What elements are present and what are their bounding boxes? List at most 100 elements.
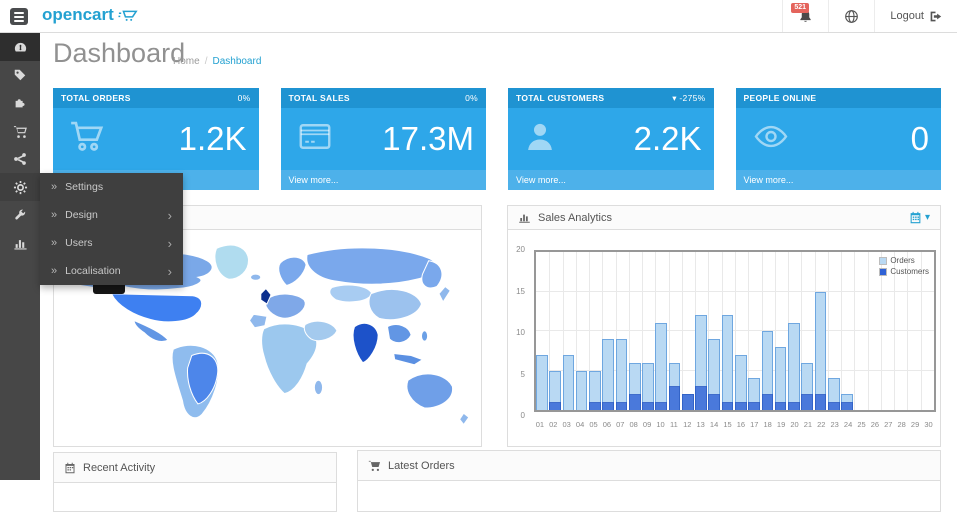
chart-bar-customers: [788, 402, 800, 410]
logout-button[interactable]: Logout: [874, 0, 957, 32]
chart-bar-orders: [775, 347, 787, 410]
legend-label: Customers: [890, 267, 929, 276]
map-new-zealand: [459, 413, 468, 424]
sidebar-item-catalog[interactable]: [0, 61, 40, 89]
view-more-link[interactable]: View more...: [736, 170, 942, 190]
submenu-label: Users: [65, 237, 92, 249]
chart-bar-orders: [616, 339, 628, 410]
breadcrumb: Home / Dashboard: [173, 56, 261, 67]
sidebar-item-dashboard[interactable]: [0, 33, 40, 61]
chart-bar-customers: [629, 394, 641, 410]
tile-total-sales: TOTAL SALES 0% 17.3M View more...: [281, 88, 487, 190]
cart-icon: [368, 459, 381, 472]
x-tick-label: 10: [656, 420, 664, 429]
user-icon: [521, 117, 559, 162]
map-india: [353, 323, 378, 362]
chart-legend: Orders Customers: [879, 256, 929, 278]
angle-double-right-icon: »: [51, 209, 57, 221]
map-greenland: [214, 245, 248, 279]
notification-badge: 521: [791, 3, 809, 13]
sidebar-item-tools[interactable]: [0, 201, 40, 229]
breadcrumb-home[interactable]: Home: [173, 56, 200, 67]
gear-icon: [13, 180, 28, 195]
x-tick-label: 25: [857, 420, 865, 429]
tile-delta: 0%: [238, 93, 251, 103]
sidebar-toggle-button[interactable]: [10, 8, 28, 25]
x-tick-label: 04: [576, 420, 584, 429]
chart-bar-orders: [655, 323, 667, 410]
notifications-button[interactable]: 521: [782, 0, 828, 32]
x-tick-label: 08: [630, 420, 638, 429]
y-tick-label: 10: [516, 328, 525, 337]
sales-analytics-chart: 05101520 OrdersCustomers 010203040506070…: [508, 230, 940, 446]
x-tick-label: 12: [683, 420, 691, 429]
y-tick-label: 5: [521, 370, 525, 379]
sidebar-item-reports[interactable]: [0, 229, 40, 257]
x-tick-label: 21: [804, 420, 812, 429]
chart-bar-customers: [695, 386, 707, 410]
tile-value: 1.2K: [179, 120, 247, 158]
map-europe: [265, 294, 304, 318]
x-tick-label: 26: [871, 420, 879, 429]
view-more-link[interactable]: View more...: [281, 170, 487, 190]
page-title: Dashboard: [53, 38, 185, 69]
y-tick-label: 20: [516, 245, 525, 254]
caret-down-icon: ▾: [925, 212, 930, 223]
map-madagascar: [314, 380, 322, 394]
date-range-button[interactable]: ▾: [909, 211, 930, 224]
map-iberia: [249, 314, 267, 327]
chart-x-axis: 0102030405060708091011121314151617181920…: [534, 418, 936, 430]
chart-plot: Orders Customers: [534, 250, 936, 412]
recent-activity-panel: Recent Activity: [53, 452, 337, 512]
map-china: [369, 290, 421, 320]
tile-people-online: PEOPLE ONLINE 0 View more...: [736, 88, 942, 190]
submenu-item-localisation[interactable]: » Localisation ›: [40, 257, 183, 285]
shopping-cart-icon: [66, 118, 108, 161]
gridline-vertical: [841, 252, 842, 410]
eye-icon: [749, 119, 793, 160]
sidebar-item-system[interactable]: [0, 173, 40, 201]
logout-icon: [929, 10, 942, 23]
panel-title: Sales Analytics: [538, 212, 612, 224]
chart-bar-customers: [669, 386, 681, 410]
submenu-item-settings[interactable]: » Settings: [40, 173, 183, 201]
x-tick-label: 03: [563, 420, 571, 429]
sidebar-item-marketing[interactable]: [0, 145, 40, 173]
opencart-logo[interactable]: opencart: [42, 5, 138, 25]
tile-label: TOTAL CUSTOMERS: [516, 93, 604, 103]
legend-swatch-orders: [879, 257, 887, 265]
submenu-item-design[interactable]: » Design ›: [40, 201, 183, 229]
legend-row: Orders: [879, 256, 929, 265]
x-tick-label: 15: [723, 420, 731, 429]
sidebar-item-sales[interactable]: [0, 117, 40, 145]
submenu-label: Localisation: [65, 265, 120, 277]
cart-icon: [13, 124, 28, 139]
x-tick-label: 19: [777, 420, 785, 429]
gridline-vertical: [868, 252, 869, 410]
sidebar-item-extensions[interactable]: [0, 89, 40, 117]
tile-label: TOTAL SALES: [289, 93, 350, 103]
chevron-right-icon: ›: [168, 237, 172, 250]
map-japan: [438, 287, 449, 302]
x-tick-label: 16: [737, 420, 745, 429]
chart-bar-customers: [748, 402, 760, 410]
header-actions: 521 Logout: [782, 0, 957, 32]
x-tick-label: 30: [924, 420, 932, 429]
x-tick-label: 18: [764, 420, 772, 429]
globe-icon: [844, 9, 859, 24]
chart-bar-orders: [602, 339, 614, 410]
y-tick-label: 0: [521, 411, 525, 420]
breadcrumb-current[interactable]: Dashboard: [212, 56, 261, 67]
chart-bar-customers: [735, 402, 747, 410]
map-southeast-asia: [387, 325, 411, 343]
view-more-link[interactable]: View more...: [508, 170, 714, 190]
chart-bar-customers: [841, 402, 853, 410]
map-central-asia: [329, 285, 371, 302]
wrench-icon: [13, 208, 27, 222]
tile-label: PEOPLE ONLINE: [744, 93, 817, 103]
x-tick-label: 09: [643, 420, 651, 429]
tag-icon: [13, 68, 27, 82]
submenu-item-users[interactable]: » Users ›: [40, 229, 183, 257]
gridline-vertical: [682, 252, 683, 410]
store-globe-button[interactable]: [828, 0, 874, 32]
